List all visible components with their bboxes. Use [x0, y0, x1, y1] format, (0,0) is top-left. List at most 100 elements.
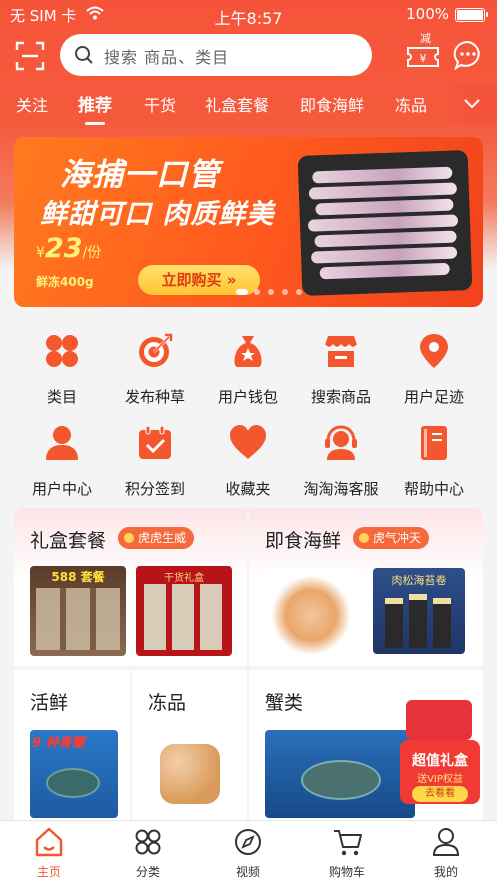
section-frozen[interactable]: 冻品 [132, 670, 247, 820]
quick-action-footprint[interactable]: 用户足迹 [384, 326, 484, 406]
battery-percent: 100% [406, 5, 449, 23]
category-icon [46, 335, 78, 367]
money-bag-icon [234, 336, 262, 367]
quick-action-help[interactable]: 帮助中心 [384, 418, 484, 498]
category-tabs: 关注 推荐 干货 礼盒套餐 即食海鲜 冻品 [0, 84, 497, 125]
product-thumb[interactable]: 肉松海苔卷 [373, 568, 465, 654]
section-gift-box[interactable]: 礼盒套餐 虎虎生威 588 套餐 干货礼盒 [14, 508, 247, 666]
tab-profile[interactable]: 我的 [406, 827, 486, 881]
quick-action-post[interactable]: 发布种草 [105, 326, 205, 406]
gift-box-image [406, 700, 472, 740]
coupon-symbol: ¥ [420, 52, 427, 65]
product-thumb[interactable]: 干货礼盒 [136, 566, 232, 656]
tab-dried-goods[interactable]: 干货 [144, 92, 176, 116]
quick-action-wallet[interactable]: 用户钱包 [198, 326, 298, 406]
tab-gift-box[interactable]: 礼盒套餐 [205, 92, 269, 116]
tab-follow[interactable]: 关注 [16, 92, 48, 116]
tab-ready-seafood[interactable]: 即食海鲜 [300, 92, 364, 116]
user-icon [46, 426, 78, 460]
compass-icon [235, 829, 261, 855]
status-bar: 无 SIM 卡 上午8:57 100% [0, 0, 497, 28]
quick-action-label: 淘淘海客服 [303, 480, 379, 498]
quick-action-label: 积分签到 [124, 480, 185, 498]
bottom-tab-bar: 主页 分类 视频 购物车 我的 [0, 820, 497, 883]
search-icon [75, 46, 93, 64]
quick-actions-grid: 类目 发布种草 用户钱包 搜索商品 用户足迹 用户中心 积分签到 收藏夹 淘淘海… [0, 326, 497, 498]
quick-action-user-center[interactable]: 用户中心 [12, 418, 112, 498]
banner-subhead: 鲜甜可口 肉质鲜美 [40, 199, 275, 230]
quick-action-label: 用户中心 [31, 480, 92, 498]
tab-category[interactable]: 分类 [108, 827, 188, 881]
heart-icon [230, 425, 266, 459]
help-book-icon [421, 426, 447, 460]
calendar-check-icon [139, 425, 171, 459]
cart-icon [334, 830, 362, 856]
section-ready-seafood[interactable]: 即食海鲜 虎气冲天 肉松海苔卷 [249, 508, 483, 666]
quick-action-label: 类目 [46, 388, 77, 406]
quick-action-customer-service[interactable]: 淘淘海客服 [291, 418, 391, 498]
location-pin-icon [420, 334, 448, 368]
product-thumb[interactable] [265, 730, 415, 818]
section-tag: 虎虎生威 [118, 527, 195, 549]
gift-promo-float[interactable]: 超值礼盒 送VIP权益 去看看 [400, 700, 480, 804]
banner-dot[interactable] [282, 289, 288, 295]
coupon-button[interactable]: 减 ¥ [406, 32, 440, 72]
banner-weight: 鲜冻400g [36, 275, 94, 289]
banner-price: ¥23/份 [36, 233, 101, 264]
tab-frozen[interactable]: 冻品 [395, 92, 427, 116]
search-bar[interactable]: 搜索 商品、类目 [60, 34, 372, 76]
tab-home[interactable]: 主页 [9, 827, 89, 881]
price-unit: /份 [82, 245, 102, 261]
quick-action-favorites[interactable]: 收藏夹 [198, 418, 298, 498]
home-icon [35, 827, 63, 857]
section-title: 活鲜 [30, 692, 69, 714]
price-value: 23 [44, 233, 83, 264]
quick-action-label: 用户钱包 [217, 388, 278, 406]
quick-action-label: 收藏夹 [225, 480, 271, 498]
quick-action-label: 发布种草 [124, 388, 185, 406]
section-title: 即食海鲜 [265, 530, 342, 552]
banner-dot[interactable] [254, 289, 260, 295]
scan-icon[interactable] [14, 40, 46, 72]
tab-recommend[interactable]: 推荐 [78, 91, 112, 125]
promo-banner[interactable]: 海捕一口管 鲜甜可口 肉质鲜美 ¥23/份 鲜冻400g 立即购买 » [14, 137, 483, 307]
promo-go-button[interactable]: 去看看 [412, 786, 468, 802]
banner-dot[interactable] [296, 289, 302, 295]
battery-icon [455, 8, 488, 22]
customer-service-icon [325, 425, 357, 460]
promo-title: 超值礼盒 [412, 753, 468, 769]
banner-pagination [236, 289, 326, 297]
chevron-down-icon [464, 99, 480, 109]
section-live[interactable]: 活鲜 9 种青蟹 [14, 670, 130, 820]
quick-action-category[interactable]: 类目 [12, 326, 112, 406]
section-title: 蟹类 [265, 692, 304, 714]
banner-dot[interactable] [236, 289, 248, 295]
tab-video[interactable]: 视频 [208, 827, 288, 881]
section-title: 礼盒套餐 [30, 530, 107, 552]
profile-icon [432, 828, 460, 856]
quick-action-label: 帮助中心 [403, 480, 464, 498]
section-title: 冻品 [148, 692, 187, 714]
grid-icon [135, 829, 161, 855]
target-icon [139, 333, 173, 367]
store-icon [324, 336, 358, 367]
quick-action-label: 搜索商品 [310, 388, 371, 406]
product-thumb[interactable]: 588 套餐 [30, 566, 126, 656]
search-placeholder: 搜索 商品、类目 [104, 48, 230, 67]
message-icon[interactable] [453, 40, 483, 70]
tabs-expand-button[interactable] [447, 84, 497, 124]
coupon-badge: 减 [420, 32, 431, 45]
quick-action-checkin[interactable]: 积分签到 [105, 418, 205, 498]
price-currency: ¥ [36, 245, 45, 261]
banner-headline: 海捕一口管 [60, 157, 220, 193]
quick-action-search[interactable]: 搜索商品 [291, 326, 391, 406]
tab-cart[interactable]: 购物车 [307, 827, 387, 881]
product-thumb[interactable] [265, 568, 357, 654]
banner-dot[interactable] [268, 289, 274, 295]
product-thumb[interactable] [148, 730, 232, 818]
quick-action-label: 用户足迹 [403, 388, 464, 406]
squid-product-image [297, 150, 473, 296]
section-tag: 虎气冲天 [353, 527, 430, 549]
product-thumb[interactable]: 9 种青蟹 [30, 730, 118, 818]
promo-subtitle: 送VIP权益 [417, 774, 463, 785]
